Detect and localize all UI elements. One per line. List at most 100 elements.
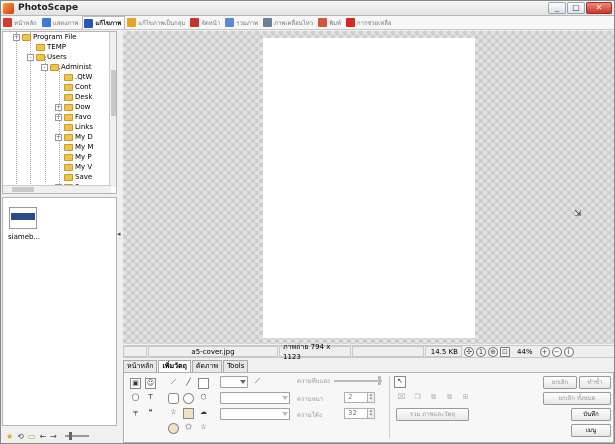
window-title: PhotoScape (18, 3, 79, 13)
thickness-spin-button[interactable]: ▴ ▾ (367, 392, 375, 403)
fill-rectangle-tool-icon[interactable] (183, 408, 194, 419)
editor-tab[interactable]: หน้าหลัก (123, 360, 158, 372)
editor-tab[interactable]: ตัดภาพ (191, 360, 223, 372)
tree-item[interactable]: TEMP (27, 42, 66, 52)
roundness-spin-button[interactable]: ▴ ▾ (367, 408, 375, 419)
refresh-icon[interactable]: ⟲ (17, 432, 24, 441)
tree-item[interactable]: + My D (55, 132, 93, 142)
tree-item[interactable]: My V (55, 162, 92, 172)
tab-print[interactable]: พิมพ์ (317, 16, 344, 29)
star-tool-icon[interactable]: ☆ (168, 408, 179, 419)
pentagon-tool-icon[interactable]: ⬠ (183, 423, 194, 434)
icon-tool-icon[interactable]: ☺ (145, 378, 156, 389)
merge-objects-button[interactable]: รวม ภาพและวัตถุ (396, 408, 469, 421)
rounded-rectangle-tool-icon[interactable] (168, 393, 179, 404)
maximize-button[interactable]: □ (567, 2, 585, 14)
tree-expander-icon[interactable]: + (55, 103, 62, 111)
forward-arrow-icon[interactable]: → (50, 432, 57, 441)
folder-icon (22, 33, 31, 41)
tree-expander-icon[interactable]: + (13, 33, 20, 41)
color-dropdown[interactable] (220, 376, 248, 388)
tree-horizontal-scrollbar[interactable] (3, 185, 111, 193)
bring-front-icon[interactable]: ⧉ (428, 393, 439, 404)
back-arrow-icon[interactable]: ← (39, 432, 46, 441)
tab-page[interactable]: จัดหน้า (189, 16, 223, 29)
collapse-panel-arrow-icon[interactable]: ◂ (117, 230, 121, 240)
line-style-dropdown[interactable] (220, 392, 290, 404)
tree-item[interactable]: Desk (55, 92, 92, 102)
print-icon (318, 18, 328, 27)
send-back-icon[interactable]: ⧉ (444, 393, 455, 404)
tab-editor[interactable]: แก้ไขภาพ (82, 16, 126, 29)
tree-item[interactable]: Links (55, 122, 93, 132)
zoom-in-icon[interactable]: + (539, 346, 550, 357)
minimize-button[interactable]: _ (548, 2, 566, 14)
tree-item[interactable]: .QtW (55, 72, 92, 82)
editor-tab[interactable]: เพิ่มวัตถุ (158, 360, 191, 372)
tree-item[interactable]: + Program File (13, 32, 76, 42)
undo-button[interactable]: ยกเลิก (543, 376, 577, 389)
tree-item[interactable]: Save (55, 172, 92, 182)
rectangle-tool-icon[interactable] (198, 378, 209, 389)
tab-viewer[interactable]: แสดงภาพ (41, 16, 82, 29)
fit-icon[interactable]: ✣ (464, 346, 474, 357)
tree-vertical-scroll-thumb[interactable] (111, 70, 116, 116)
save-button[interactable]: บันทึก (571, 408, 611, 421)
tree-item[interactable]: My P (55, 152, 92, 162)
quote-tool-icon[interactable]: ❝ (145, 408, 156, 419)
select-pointer-icon[interactable]: ↖ (394, 376, 406, 388)
eyedropper-icon[interactable]: ⟋ (252, 377, 263, 388)
stamp-tool-icon[interactable]: ╤ (130, 408, 141, 419)
tab-batch-editor[interactable]: แก้ไขภาพเป็นกลุ่ม (126, 16, 188, 29)
tree-item[interactable]: My M (55, 142, 93, 152)
line-end-dropdown[interactable] (220, 408, 290, 420)
circle-fill-tool-icon[interactable] (168, 423, 179, 434)
folder-tree[interactable]: + Program File TEMP - Users - Administ .QtW Cont… (2, 31, 117, 194)
tree-horizontal-scroll-thumb[interactable] (12, 187, 34, 192)
menu-button[interactable]: เมนู (571, 424, 611, 437)
tree-item[interactable]: - Users (27, 52, 67, 62)
tab-combine[interactable]: รวมภาพ (224, 16, 261, 29)
ellipse-tool-icon[interactable] (183, 393, 194, 404)
tab-animated-gif[interactable]: ภาพเคลื่อนไหว (262, 16, 316, 29)
tree-item[interactable]: + Dow (55, 102, 90, 112)
tree-expander-icon[interactable]: - (41, 63, 48, 71)
thumbnail-size-slider[interactable] (64, 432, 89, 440)
tree-item[interactable]: - Administ (41, 62, 92, 72)
image-canvas[interactable]: ⇲ (123, 31, 614, 344)
text-tool-icon[interactable]: T (145, 393, 156, 404)
viewer-icon (41, 18, 51, 27)
open-folder-icon[interactable]: ▭ (28, 432, 36, 441)
tree-item[interactable]: Cont (55, 82, 91, 92)
photo-tool-icon[interactable]: ▣ (130, 378, 141, 389)
favorite-star-icon[interactable]: ★ (6, 432, 13, 441)
opacity-slider[interactable] (334, 380, 382, 382)
zoom-out-icon[interactable]: − (551, 346, 562, 357)
tab-help[interactable]: การช่วยเหลือ (345, 16, 394, 29)
tree-item[interactable]: + Favo (55, 112, 91, 122)
info-icon[interactable]: i (563, 346, 574, 357)
object-properties-icon[interactable]: ⊞ (460, 393, 471, 404)
undo-all-button[interactable]: ยกเลิก ทั้งหมด (543, 392, 611, 405)
speech-balloon-icon[interactable]: ◯ (130, 393, 141, 404)
delete-object-icon[interactable]: ⌧ (396, 393, 407, 404)
brush-tool-icon[interactable]: ⟋ (168, 378, 179, 389)
tab-home[interactable]: หน้าหลัก (2, 16, 40, 29)
close-button[interactable]: ✕ (586, 2, 612, 14)
cloud-tool-icon[interactable]: ☁ (198, 408, 209, 419)
zoom-fit-icon[interactable]: ⊕ (488, 346, 498, 357)
opacity-slider-thumb[interactable] (378, 376, 381, 385)
tree-expander-icon[interactable]: + (55, 113, 62, 121)
zoom-window-icon[interactable]: ⊡ (500, 346, 510, 357)
copy-object-icon[interactable]: ❐ (412, 393, 423, 404)
tree-expander-icon[interactable]: + (55, 133, 62, 141)
hexagon-tool-icon[interactable]: ⬡ (198, 393, 209, 404)
zoom-1-1-icon[interactable]: 1 (476, 346, 486, 357)
redo-button[interactable]: ทำซ้ำ (579, 376, 611, 389)
tree-vertical-scrollbar[interactable] (109, 32, 116, 187)
thumbnail-image[interactable] (9, 207, 37, 229)
tree-expander-icon[interactable]: - (27, 53, 34, 61)
star-outline-tool-icon[interactable]: ☆ (198, 423, 209, 434)
editor-tab[interactable]: Tools (223, 360, 249, 372)
line-tool-icon[interactable]: ╱ (183, 378, 194, 389)
